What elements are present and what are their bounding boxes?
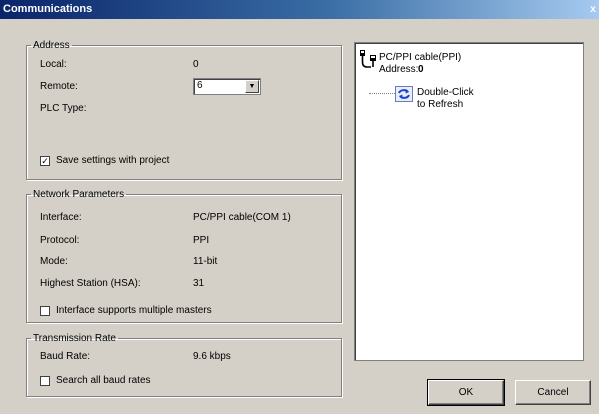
tree-connector-line <box>369 93 395 95</box>
tree-address-value: 0 <box>418 64 424 75</box>
baud-rate-value: 9.6 kbps <box>193 351 231 362</box>
remote-label: Remote: <box>40 81 78 92</box>
interface-value: PC/PPI cable(COM 1) <box>193 212 291 223</box>
search-all-baud-checkbox[interactable] <box>40 376 50 386</box>
local-value: 0 <box>193 59 199 70</box>
network-legend: Network Parameters <box>33 189 125 200</box>
multi-master-label: Interface supports multiple masters <box>56 305 212 316</box>
close-button[interactable]: x <box>589 0 597 19</box>
title-bar[interactable]: Communications x <box>0 0 599 19</box>
remote-select-value: 6 <box>197 80 203 91</box>
transmission-legend: Transmission Rate <box>33 333 116 344</box>
ok-button[interactable]: OK <box>427 379 505 406</box>
baud-rate-label: Baud Rate: <box>40 351 91 362</box>
window-title: Communications <box>3 3 93 15</box>
hsa-label: Highest Station (HSA): <box>40 278 141 289</box>
local-label: Local: <box>40 59 67 70</box>
cable-label: PC/PPI cable(PPI) <box>379 52 462 63</box>
hsa-value: 31 <box>193 278 205 289</box>
plc-type-label: PLC Type: <box>40 103 87 114</box>
remote-select[interactable]: 6 ▼ <box>193 78 261 95</box>
protocol-label: Protocol: <box>40 235 80 246</box>
save-settings-label: Save settings with project <box>56 155 170 166</box>
refresh-line2[interactable]: to Refresh <box>417 99 463 110</box>
transmission-rate-group: Transmission Rate <box>26 333 342 397</box>
address-legend: Address <box>33 40 70 51</box>
mode-label: Mode: <box>40 256 68 267</box>
protocol-value: PPI <box>193 235 210 246</box>
network-parameters-group: Network Parameters <box>26 189 342 323</box>
interface-label: Interface: <box>40 212 82 223</box>
tree-address-label: Address: <box>379 64 419 75</box>
network-tree-view[interactable]: PC/PPI cable(PPI) Address: 0 Double-Clic… <box>354 42 584 361</box>
mode-value: 11-bit <box>193 256 218 267</box>
refresh-line1[interactable]: Double-Click <box>417 87 474 98</box>
communications-dialog: Communications x Address Local: 0 Remote… <box>0 0 599 414</box>
refresh-icon[interactable] <box>395 86 413 105</box>
save-settings-checkbox[interactable]: ✓ <box>40 156 50 166</box>
chevron-down-icon[interactable]: ▼ <box>245 80 259 93</box>
multi-master-checkbox[interactable] <box>40 306 50 316</box>
search-all-baud-label: Search all baud rates <box>56 375 151 386</box>
cable-icon <box>359 49 377 74</box>
cancel-button[interactable]: Cancel <box>515 380 591 405</box>
